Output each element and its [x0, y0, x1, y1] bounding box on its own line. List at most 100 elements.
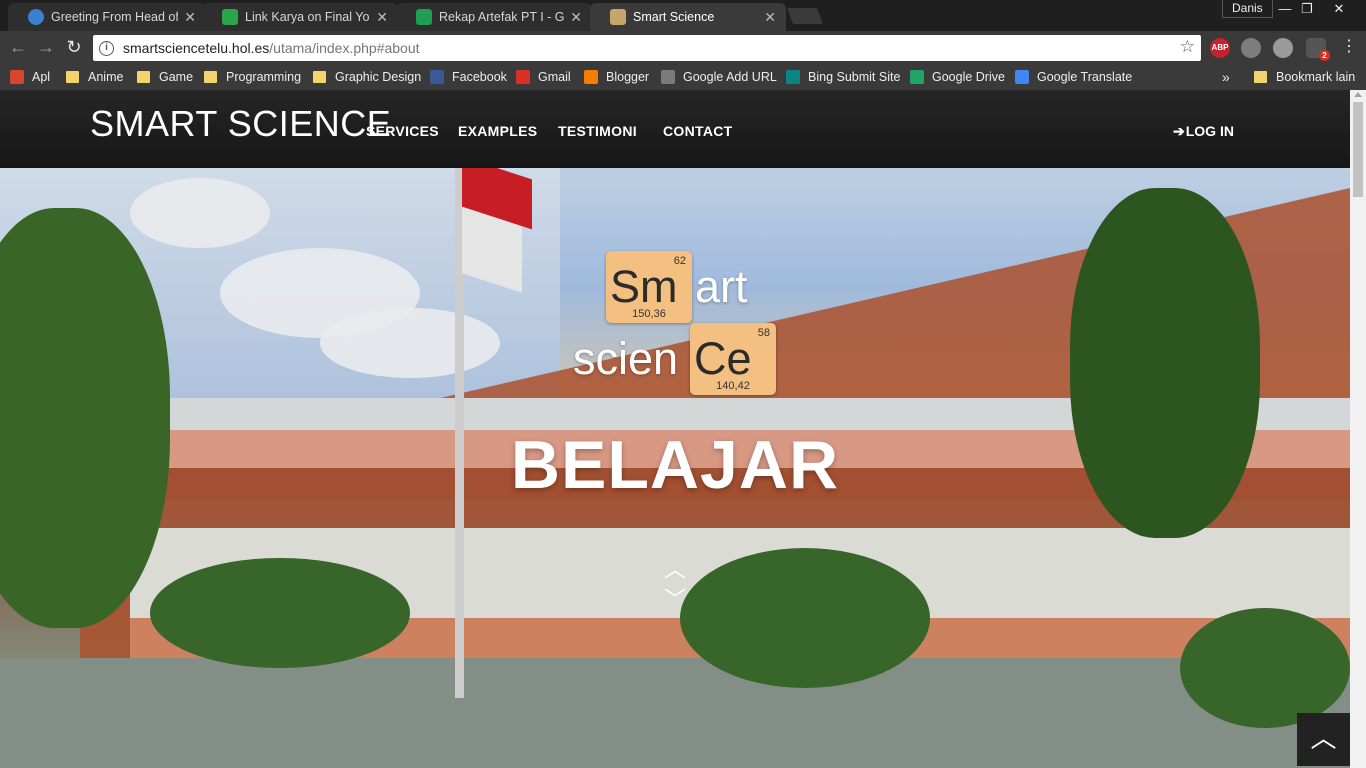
forward-icon[interactable]: → — [35, 37, 57, 59]
bookmark-label: Gmail — [538, 70, 571, 84]
bookmark-google-drive[interactable]: Google Drive — [910, 68, 1005, 86]
cast-extension-icon[interactable]: 2 — [1306, 38, 1330, 61]
close-icon[interactable]: ✕ — [184, 9, 196, 26]
bookmark-label: Anime — [88, 70, 124, 84]
bookmark-apl[interactable]: Apl — [10, 68, 50, 86]
star-icon[interactable]: ☆ — [1180, 37, 1195, 57]
bookmark-label: Apl — [32, 70, 51, 84]
bookmark-label: Programming — [226, 70, 302, 84]
close-window-icon[interactable]: ✕ — [1322, 0, 1356, 20]
scrollbar-thumb[interactable] — [1353, 102, 1363, 197]
bookmark-label: Bing Submit Site — [808, 70, 901, 84]
scroll-up-arrow-icon[interactable] — [1354, 92, 1362, 97]
element-symbol: Ce — [694, 333, 752, 384]
bing-icon — [786, 70, 800, 84]
drive-icon — [910, 70, 924, 84]
bookmark-gmail[interactable]: Gmail — [516, 68, 571, 86]
gmail-icon — [516, 70, 530, 84]
nav-examples[interactable]: EXAMPLES — [458, 123, 537, 139]
folder-icon — [204, 71, 217, 83]
element-symbol: Sm — [610, 261, 678, 312]
atomic-mass: 150,36 — [632, 308, 666, 320]
nav-contact[interactable]: CONTACT — [663, 123, 733, 139]
chevron-down-icon[interactable]: ﹀ — [664, 589, 686, 611]
trello-icon — [222, 9, 238, 25]
login-label: LOG IN — [1185, 123, 1234, 139]
apps-icon — [10, 70, 24, 84]
address-bar[interactable]: i smartsciencetelu.hol.es/utama/index.ph… — [93, 35, 1201, 61]
bookmark-bing[interactable]: Bing Submit Site — [786, 68, 900, 86]
bookmark-facebook[interactable]: Facebook — [430, 68, 507, 86]
bookmarks-bar: Apl Anime Game Programming Graphic Desig… — [0, 64, 1366, 90]
info-icon[interactable]: i — [99, 40, 114, 56]
bookmark-graphic-design[interactable]: Graphic Design — [313, 68, 421, 86]
folder-icon — [66, 71, 79, 83]
page-scrollbar[interactable] — [1350, 90, 1366, 768]
close-icon[interactable]: ✕ — [376, 9, 388, 26]
extension-badge: 2 — [1319, 50, 1330, 61]
chevron-up-icon[interactable]: ︿ — [664, 559, 686, 581]
bookmark-label: Facebook — [452, 70, 507, 84]
adblock-icon[interactable]: ABP — [1210, 38, 1230, 58]
chevron-up-icon: ︿ — [1310, 723, 1337, 753]
bookmark-game[interactable]: Game — [137, 68, 193, 86]
tab-title: Smart Science — [633, 10, 715, 24]
folder-icon — [1254, 71, 1267, 83]
hero-headline: BELAJAR — [510, 427, 840, 503]
bookmark-label: Google Drive — [932, 70, 1005, 84]
logo-element-cell: 58 Ce 140,42 — [690, 323, 776, 395]
bookmark-label: Google Add URL — [683, 70, 777, 84]
tab-title: Greeting From Head of P — [51, 10, 179, 24]
translate-icon — [1015, 70, 1029, 84]
close-icon[interactable]: ✕ — [570, 9, 582, 26]
tab-strip: Greeting From Head of P ✕ Link Karya on … — [0, 0, 1366, 31]
browser-toolbar: ← → ↻ i smartsciencetelu.hol.es/utama/in… — [0, 31, 1366, 64]
bookmark-label: Graphic Design — [335, 70, 422, 84]
atomic-number: 58 — [757, 327, 770, 339]
tab-title: Link Karya on Final Yosh | — [245, 10, 370, 24]
back-to-top-button[interactable]: ︿ — [1297, 713, 1350, 766]
bookmark-other[interactable]: Bookmark lain — [1254, 68, 1355, 86]
site-navbar: SMART SCIENCE SERVICES EXAMPLES TESTIMON… — [0, 90, 1350, 168]
url-path: /utama/index.php#about — [269, 40, 420, 56]
logo-text: art — [695, 261, 748, 312]
login-link[interactable]: ➔LOG IN — [1173, 123, 1234, 140]
tab-rekap-artefak[interactable]: Rekap Artefak PT I - Goo ✕ — [396, 3, 592, 31]
tab-greeting[interactable]: Greeting From Head of P ✕ — [8, 3, 206, 31]
back-icon[interactable]: ← — [7, 37, 29, 59]
bookmark-label: Blogger — [606, 70, 650, 84]
bookmark-label: Game — [159, 70, 194, 84]
url-host: smartsciencetelu.hol.es — [123, 40, 270, 56]
profile-button[interactable]: Danis — [1222, 0, 1273, 18]
new-tab-button[interactable] — [787, 8, 823, 24]
nav-testimoni[interactable]: TESTIMONI — [558, 123, 637, 139]
globe-icon — [28, 9, 44, 25]
reload-icon[interactable]: ↻ — [63, 37, 85, 59]
close-icon[interactable]: ✕ — [764, 9, 776, 26]
tab-link-karya[interactable]: Link Karya on Final Yosh | ✕ — [202, 3, 398, 31]
site-icon — [610, 9, 626, 25]
bookmark-anime[interactable]: Anime — [66, 68, 123, 86]
bookmark-label: Google Translate — [1037, 70, 1133, 84]
restore-icon[interactable]: ❐ — [1290, 0, 1324, 20]
cloud-extension-icon[interactable] — [1273, 38, 1293, 58]
bookmarks-overflow-button[interactable]: » — [1222, 68, 1230, 86]
bookmark-label: Bookmark lain — [1276, 70, 1356, 84]
logo-element-cell: 62 Sm 150,36 — [606, 251, 692, 323]
logo-text: scien — [573, 333, 679, 384]
nav-services[interactable]: SERVICES — [366, 123, 439, 139]
smart-science-logo: 62 Sm 150,36 art scien 58 Ce 140,42 — [570, 251, 790, 401]
globe-extension-icon[interactable] — [1241, 38, 1261, 58]
google-icon — [661, 70, 675, 84]
menu-icon[interactable]: ⋮ — [1338, 37, 1360, 59]
site-brand[interactable]: SMART SCIENCE — [90, 103, 391, 145]
tab-smart-science[interactable]: Smart Science ✕ — [590, 3, 786, 31]
bookmark-programming[interactable]: Programming — [204, 68, 301, 86]
bookmark-google-add-url[interactable]: Google Add URL — [661, 68, 777, 86]
bookmark-blogger[interactable]: Blogger — [584, 68, 649, 86]
tab-title: Rekap Artefak PT I - Goo — [439, 10, 565, 24]
bookmark-google-translate[interactable]: Google Translate — [1015, 68, 1132, 86]
folder-icon — [313, 71, 326, 83]
page-viewport: SMART SCIENCE SERVICES EXAMPLES TESTIMON… — [0, 90, 1350, 768]
hero-section: 62 Sm 150,36 art scien 58 Ce 140,42 BELA… — [0, 168, 1350, 768]
